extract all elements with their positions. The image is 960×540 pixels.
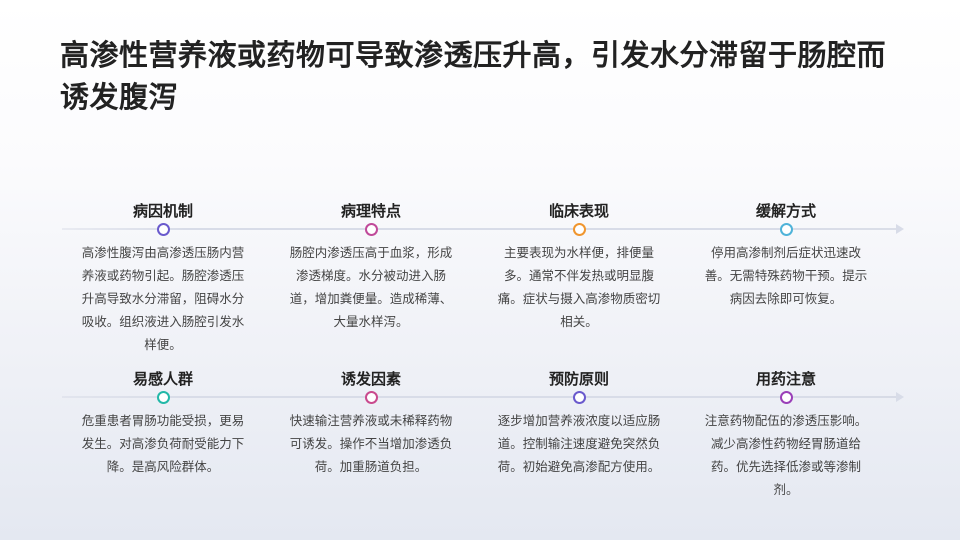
- card-description: 停用高渗制剂后症状迅速改善。无需特殊药物干预。提示病因去除即可恢复。: [704, 245, 868, 306]
- card-description: 逐步增加营养液浓度以适应肠道。控制输注速度避免突然负荷。初始避免高渗配方使用。: [497, 413, 661, 474]
- card-title: 诱发因素: [340, 370, 401, 388]
- card-inducing-factors: 诱发因素 快速输注营养液或未稀释药物可诱发。操作不当增加渗透负荷。加重肠道负担。: [286, 368, 456, 478]
- timeline-dot: [156, 391, 170, 404]
- card-title: 病因机制: [132, 202, 193, 220]
- card-prevention-principles: 预防原则 逐步增加营养液浓度以适应肠道。控制输注速度避免突然负荷。初始避免高渗配…: [494, 368, 664, 478]
- timeline-dot: [779, 391, 793, 404]
- card-susceptible-population: 易感人群 危重患者胃肠功能受损，更易发生。对高渗负荷耐受能力下降。是高风险群体。: [78, 368, 248, 478]
- card-pathology-features: 病理特点 肠腔内渗透压高于血浆，形成渗透梯度。水分被动进入肠道，增加粪便量。造成…: [286, 200, 456, 333]
- card-description: 肠腔内渗透压高于血浆，形成渗透梯度。水分被动进入肠道，增加粪便量。造成稀薄、大量…: [289, 245, 453, 329]
- card-cause-mechanism: 病因机制 高渗性腹泻由高渗透压肠内营养液或药物引起。肠腔渗透压升高导致水分滞留，…: [78, 200, 248, 356]
- card-description: 快速输注营养液或未稀释药物可诱发。操作不当增加渗透负荷。加重肠道负担。: [289, 413, 453, 474]
- card-title: 病理特点: [340, 202, 401, 220]
- card-description: 高渗性腹泻由高渗透压肠内营养液或药物引起。肠腔渗透压升高导致水分滞留，阻碍水分吸…: [81, 245, 245, 352]
- card-medication-notes: 用药注意 注意药物配伍的渗透压影响。减少高渗性药物经胃肠道给药。优先选择低渗或等…: [701, 368, 871, 501]
- timeline-dot: [156, 223, 170, 236]
- card-title: 缓解方式: [755, 202, 816, 220]
- card-title: 用药注意: [755, 370, 816, 388]
- timeline-dot: [364, 391, 378, 404]
- card-relief-method: 缓解方式 停用高渗制剂后症状迅速改善。无需特殊药物干预。提示病因去除即可恢复。: [701, 200, 871, 310]
- card-description: 危重患者胃肠功能受损，更易发生。对高渗负荷耐受能力下降。是高风险群体。: [81, 413, 245, 474]
- timeline-dot: [572, 223, 586, 236]
- card-title: 临床表现: [548, 202, 609, 220]
- card-title: 易感人群: [132, 370, 193, 388]
- timeline-dot: [572, 391, 586, 404]
- page-title: 高渗性营养液或药物可导致渗透压升高，引发水分滞留于肠腔而诱发腹泻: [60, 38, 887, 114]
- card-description: 主要表现为水样便，排便量多。通常不伴发热或明显腹痛。症状与摄入高渗物质密切相关。: [497, 245, 661, 329]
- card-clinical-manifestation: 临床表现 主要表现为水样便，排便量多。通常不伴发热或明显腹痛。症状与摄入高渗物质…: [494, 200, 664, 333]
- timeline-dot: [364, 223, 378, 236]
- card-title: 预防原则: [548, 370, 609, 388]
- card-description: 注意药物配伍的渗透压影响。减少高渗性药物经胃肠道给药。优先选择低渗或等渗制剂。: [704, 413, 868, 497]
- timeline-dot: [779, 223, 793, 236]
